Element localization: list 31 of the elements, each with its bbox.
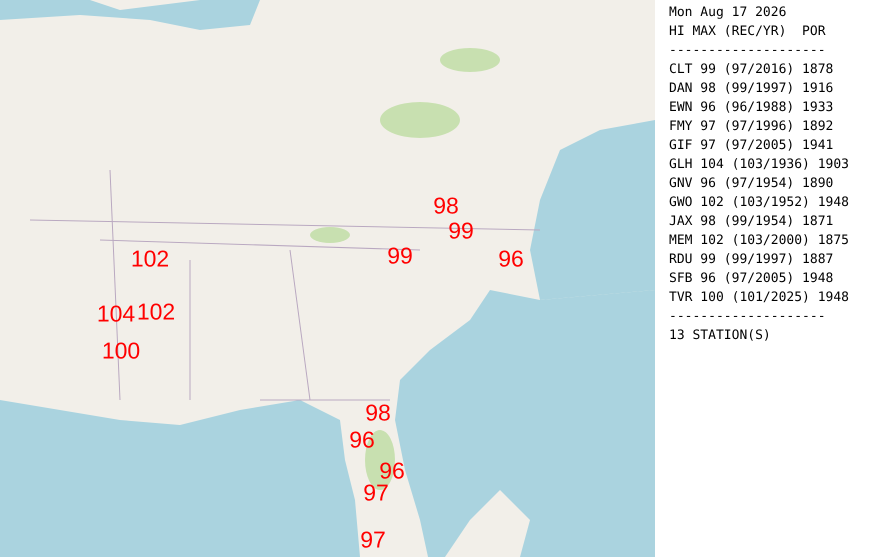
temperature-marker: 99 bbox=[448, 220, 474, 242]
station-row-text: GNV 96 (97/1954) 1890 bbox=[669, 175, 834, 193]
temperature-marker: 96 bbox=[379, 460, 405, 482]
station-row-text: GLH 104 (103/1936) 1903 bbox=[669, 156, 850, 174]
temperature-marker: 102 bbox=[130, 248, 170, 270]
station-row-text: RDU 99 (99/1997) 1887 bbox=[669, 251, 834, 269]
temperature-marker: 104 bbox=[96, 302, 136, 326]
station-row-text: FMY 97 (97/1996) 1892 bbox=[669, 118, 834, 136]
temperature-marker: 102 bbox=[136, 300, 176, 324]
station-row-text: EWN 96 (96/1988) 1933 bbox=[669, 99, 834, 117]
temperature-marker: 98 bbox=[433, 194, 459, 218]
station-count: 13 STATION(S) bbox=[669, 327, 772, 345]
temperature-marker: 96 bbox=[498, 248, 524, 270]
station-row-text: MEM 102 (103/2000) 1875 bbox=[669, 232, 850, 250]
temperature-marker: 100 bbox=[102, 340, 140, 362]
temperature-marker: 97 bbox=[360, 528, 386, 552]
station-row-text: DAN 98 (99/1997) 1916 bbox=[669, 80, 834, 98]
report-header: HI MAX (REC/YR) POR bbox=[669, 23, 827, 41]
station-row-text: GIF 97 (97/2005) 1941 bbox=[669, 137, 834, 155]
station-row-text: JAX 98 (99/1954) 1871 bbox=[669, 213, 834, 231]
station-row-text: TVR 100 (101/2025) 1948 bbox=[669, 289, 850, 307]
station-row-text: GWO 102 (103/1952) 1948 bbox=[669, 194, 850, 212]
station-row-text: CLT 99 (97/2016) 1878 bbox=[669, 61, 834, 79]
separator-line: -------------------- bbox=[669, 308, 827, 326]
temperature-marker: 97 bbox=[363, 482, 389, 504]
station-row-text: SFB 96 (97/2005) 1948 bbox=[669, 270, 834, 288]
temperature-marker: 96 bbox=[349, 428, 375, 452]
temperature-marker: 98 bbox=[365, 402, 391, 424]
temperature-marker: 99 bbox=[387, 244, 413, 268]
separator-line: -------------------- bbox=[669, 42, 827, 60]
report-date: Mon Aug 17 2026 bbox=[669, 4, 788, 22]
